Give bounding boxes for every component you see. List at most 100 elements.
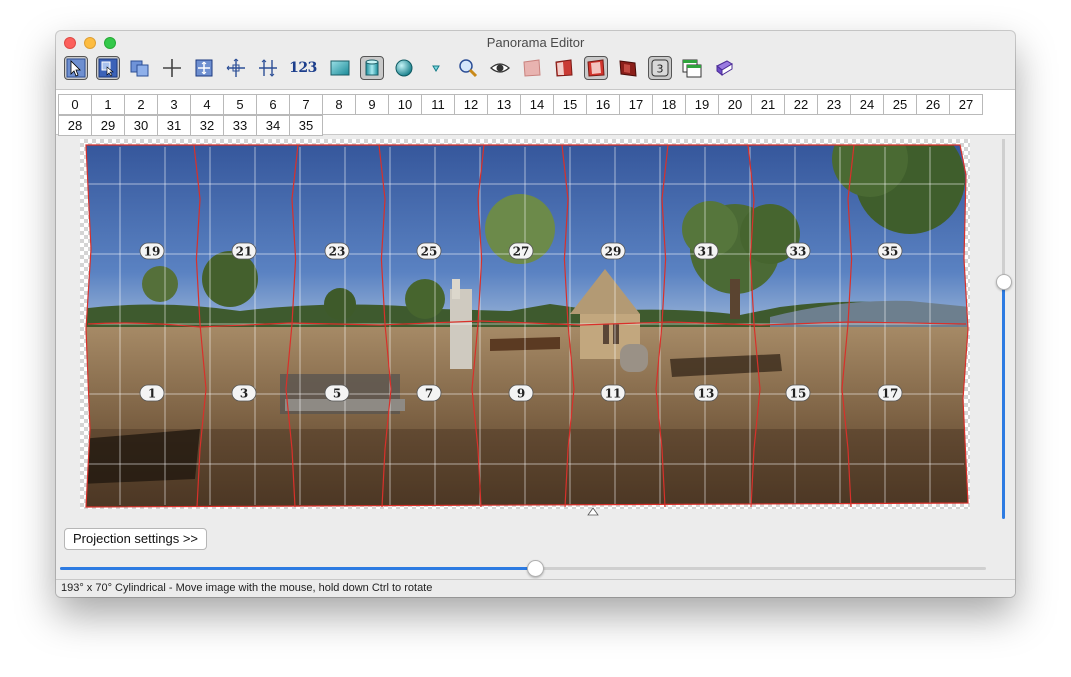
image-tab-17[interactable]: 17 [619,94,653,115]
svg-text:13: 13 [698,387,715,401]
image-label-23[interactable]: 23 [324,242,350,260]
center-marker-icon[interactable] [587,507,599,516]
blend-faint-button[interactable] [520,56,544,80]
straighten-button[interactable] [256,56,280,80]
image-tab-9[interactable]: 9 [355,94,389,115]
center-button[interactable] [224,56,248,80]
zoom-window-button[interactable] [104,37,116,49]
image-tab-29[interactable]: 29 [91,115,125,136]
image-tab-12[interactable]: 12 [454,94,488,115]
image-tab-11[interactable]: 11 [421,94,455,115]
image-tab-19[interactable]: 19 [685,94,719,115]
rectilinear-button[interactable] [328,56,352,80]
crosshair-button[interactable] [160,56,184,80]
image-label-3[interactable]: 3 [231,384,257,402]
cylinder-button[interactable] [360,56,384,80]
image-tab-13[interactable]: 13 [487,94,521,115]
eye-button[interactable] [488,56,512,80]
fit-icon [195,59,213,77]
triangle-down-button[interactable] [424,56,448,80]
panorama-preview[interactable]: 19 21 23 25 27 29 31 33 351 3 5 7 9 11 13 15 17 [80,139,970,521]
image-tab-27[interactable]: 27 [949,94,983,115]
image-tab-22[interactable]: 22 [784,94,818,115]
layers-button[interactable] [128,56,152,80]
svg-text:33: 33 [790,245,807,259]
image-label-29[interactable]: 29 [600,242,626,260]
image-tab-2[interactable]: 2 [124,94,158,115]
image-tab-33[interactable]: 33 [223,115,257,136]
image-tab-20[interactable]: 20 [718,94,752,115]
image-label-11[interactable]: 11 [600,384,626,402]
image-label-33[interactable]: 33 [785,242,811,260]
book-button[interactable] [712,56,736,80]
image-label-17[interactable]: 17 [877,384,903,402]
images-button[interactable] [96,56,120,80]
image-tab-0[interactable]: 0 [58,94,92,115]
image-label-27[interactable]: 27 [508,242,534,260]
image-tab-25[interactable]: 25 [883,94,917,115]
image-tab-26[interactable]: 26 [916,94,950,115]
image-label-13[interactable]: 13 [693,384,719,402]
image-label-31[interactable]: 31 [693,242,719,260]
svg-text:17: 17 [882,387,899,401]
blend-button[interactable] [552,56,576,80]
image-tab-16[interactable]: 16 [586,94,620,115]
image-tab-31[interactable]: 31 [157,115,191,136]
image-label-25[interactable]: 25 [416,242,442,260]
image-tab-1[interactable]: 1 [91,94,125,115]
image-tab-10[interactable]: 10 [388,94,422,115]
blend-dark-icon [619,60,637,77]
image-tab-30[interactable]: 30 [124,115,158,136]
blend-active-button[interactable] [584,56,608,80]
image-label-19[interactable]: 19 [139,242,165,260]
image-label-5[interactable]: 5 [324,384,350,402]
image-label-9[interactable]: 9 [508,384,534,402]
image-tab-4[interactable]: 4 [190,94,224,115]
window-icon [682,59,702,78]
close-window-button[interactable] [64,37,76,49]
fit-button[interactable] [192,56,216,80]
image-tab-6[interactable]: 6 [256,94,290,115]
image-tab-15[interactable]: 15 [553,94,587,115]
image-label-21[interactable]: 21 [231,242,257,260]
image-tab-8[interactable]: 8 [322,94,356,115]
image-tab-14[interactable]: 14 [520,94,554,115]
image-tab-35[interactable]: 35 [289,115,323,136]
svg-text:29: 29 [605,245,622,259]
eye-icon [490,63,510,73]
center-icon [226,58,245,77]
window-button[interactable] [680,56,704,80]
horizontal-fov-slider-knob[interactable] [527,560,544,577]
sphere-button[interactable] [392,56,416,80]
image-tab-24[interactable]: 24 [850,94,884,115]
image-tab-32[interactable]: 32 [190,115,224,136]
image-number-button[interactable]: 3 [648,56,672,80]
image-tab-7[interactable]: 7 [289,94,323,115]
magnifier-button[interactable] [456,56,480,80]
image-tab-34[interactable]: 34 [256,115,290,136]
image-label-15[interactable]: 15 [785,384,811,402]
svg-text:1: 1 [148,387,156,401]
cylinder-icon [365,59,379,76]
image-tab-28[interactable]: 28 [58,115,92,136]
horizontal-fov-slider[interactable] [60,567,986,570]
image-tab-3[interactable]: 3 [157,94,191,115]
vertical-fov-slider-knob[interactable] [996,274,1012,290]
vertical-fov-slider[interactable] [1002,139,1005,519]
select-tool-button[interactable] [64,56,88,80]
svg-text:23: 23 [329,245,346,259]
image-label-1[interactable]: 1 [139,384,165,402]
images-icon [98,58,118,78]
blend-icon [555,59,573,77]
blend-dark-button[interactable] [616,56,640,80]
image-tab-5[interactable]: 5 [223,94,257,115]
image-tab-23[interactable]: 23 [817,94,851,115]
image-label-7[interactable]: 7 [416,384,442,402]
preview-canvas[interactable]: 19 21 23 25 27 29 31 33 35 1 3 5 7 9 11 13 15 17 [80,139,970,516]
number-labels-button[interactable]: 123 [288,56,318,80]
image-tab-21[interactable]: 21 [751,94,785,115]
image-label-35[interactable]: 35 [877,242,903,260]
image-tab-18[interactable]: 18 [652,94,686,115]
projection-settings-button[interactable]: Projection settings >> [64,528,208,550]
minimize-window-button[interactable] [84,37,96,49]
